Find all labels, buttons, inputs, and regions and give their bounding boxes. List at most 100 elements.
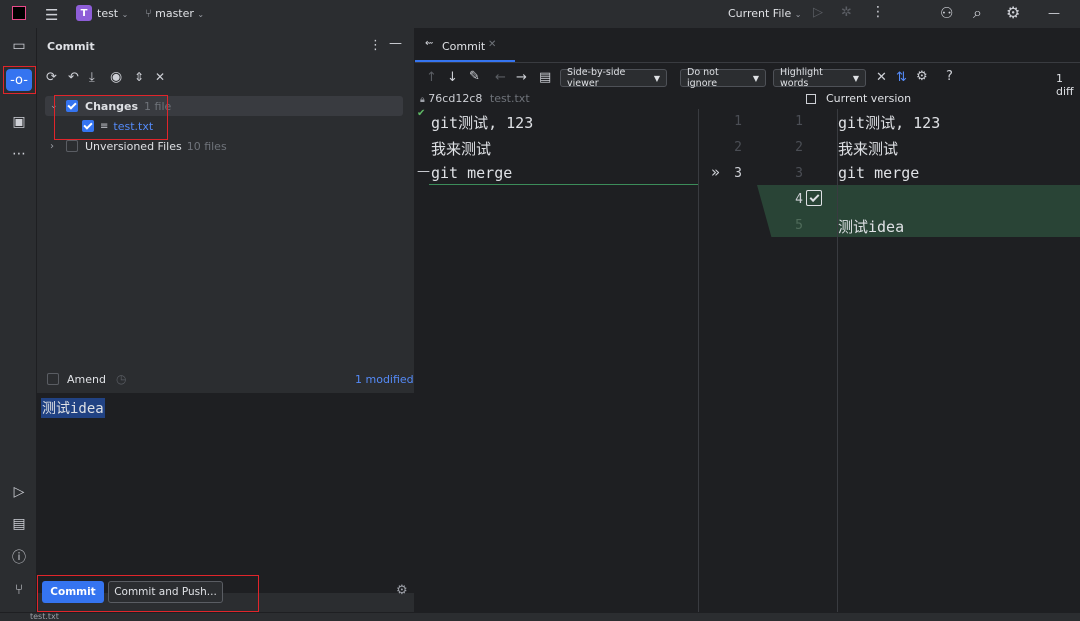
tab-label: Commit	[442, 40, 486, 53]
amend-checkbox[interactable]	[47, 373, 59, 385]
sync-scroll-icon[interactable]: ⇅	[896, 70, 907, 85]
git-icon[interactable]: ⑂	[10, 581, 28, 599]
app-logo-icon[interactable]	[12, 6, 26, 20]
right-line-text: 我来测试	[838, 140, 899, 158]
viewer-mode-label: Side-by-side viewer	[567, 67, 626, 89]
whitespace-label: Do not ignore	[687, 67, 719, 89]
left-line-number: 3	[734, 166, 742, 181]
expand-all-icon[interactable]: ⇕	[134, 70, 144, 84]
commit-buttons-highlight	[37, 575, 259, 612]
checkbox-icon[interactable]	[806, 93, 816, 104]
left-revision: 76cd12c8	[428, 92, 483, 105]
checkmark-icon: ✔	[417, 108, 426, 119]
highlight-dropdown[interactable]: Highlight words ▼	[773, 67, 866, 89]
checkmark-icon	[809, 191, 819, 202]
amend-row: Amend ◷	[47, 369, 126, 389]
unversioned-label: Unversioned Files	[85, 139, 182, 153]
shelve-icon[interactable]: ⤓	[89, 70, 95, 85]
view-options-icon[interactable]: ◉	[110, 69, 122, 85]
chevron-down-icon: ⌄	[121, 10, 129, 19]
panel-options-icon[interactable]: ⋮	[369, 38, 382, 53]
tab-commit[interactable]: ⇜ Commit ✕	[415, 28, 515, 62]
dropdown-arrow-icon: ▼	[852, 73, 859, 83]
highlight-label: Highlight words	[780, 67, 823, 89]
title-bar: ☰ T test ⌄ ⑂ master ⌄ Current File ⌄ ▷ ✲…	[0, 0, 1080, 29]
right-line-text: git测试, 123	[838, 114, 941, 132]
changes-highlight	[54, 95, 168, 140]
settings-icon[interactable]: ⚙	[1006, 3, 1020, 22]
left-editor[interactable]: ✔ git测试, 123 我来测试 — git merge	[415, 108, 698, 620]
unversioned-count: 10 files	[186, 139, 227, 153]
gutter-left-border	[698, 109, 699, 620]
branch-name: master	[155, 7, 194, 20]
add-user-icon[interactable]: ⚇	[940, 4, 953, 22]
apply-change-icon[interactable]: »	[711, 163, 720, 181]
structure-icon[interactable]: ▣	[10, 113, 28, 131]
left-change-divider	[429, 184, 698, 185]
run-icon[interactable]: ▷	[813, 5, 823, 20]
left-line-text: 我来测试	[431, 140, 492, 158]
hide-panel-icon[interactable]: —	[389, 36, 402, 51]
left-tool-strip: ▭ -o- ▣ ⋯ ▷ ▤ ⓘ ⑂	[0, 28, 37, 620]
more-actions-icon[interactable]: ⋮	[871, 4, 885, 20]
right-line-text: 测试idea	[838, 218, 905, 236]
include-change-checkbox[interactable]	[806, 190, 822, 206]
next-difference-icon[interactable]: ↓	[447, 70, 458, 85]
right-line-number: 2	[795, 140, 803, 155]
branch-icon: ⑂	[145, 7, 152, 20]
unversioned-group-row[interactable]: › Unversioned Files 10 files	[50, 136, 227, 156]
file-list-icon[interactable]: ▤	[539, 70, 551, 85]
right-line-number: 5	[795, 218, 803, 233]
lock-icon: 🔒︎	[420, 95, 425, 105]
right-line-number: 4	[795, 192, 803, 207]
amend-label[interactable]: Amend	[67, 373, 106, 386]
commit-panel: Commit ⋮ — ⟳ ↶ ⤓ ◉ ⇕ ✕ ⌄ Changes 1 file …	[37, 28, 414, 620]
more-tools-icon[interactable]: ⋯	[10, 145, 28, 163]
search-icon[interactable]: ⌕	[973, 3, 982, 23]
chevron-down-icon: ⌄	[197, 10, 205, 19]
run-config-label: Current File	[728, 7, 792, 20]
left-line-number: 1	[734, 114, 742, 129]
viewer-mode-dropdown[interactable]: Side-by-side viewer ▼	[560, 67, 667, 89]
left-line-number: 2	[734, 140, 742, 155]
project-folder-icon[interactable]: ▭	[10, 37, 28, 55]
rollback-icon[interactable]: ↶	[68, 70, 79, 85]
refresh-icon[interactable]: ⟳	[46, 70, 57, 85]
commit-message-area[interactable]: 测试idea	[37, 393, 414, 593]
next-file-icon[interactable]: →	[516, 70, 527, 85]
project-name: test	[97, 7, 119, 20]
right-editor[interactable]: git测试, 123 我来测试 git merge 测试idea	[838, 109, 1080, 620]
commit-panel-title: Commit	[47, 40, 95, 53]
tab-bar-divider	[415, 62, 1080, 63]
previous-difference-icon[interactable]: ↑	[426, 70, 437, 85]
right-line-text: git merge	[838, 164, 920, 182]
previous-file-icon[interactable]: ←	[495, 70, 506, 85]
services-icon[interactable]: ▷	[10, 483, 28, 501]
main-menu-icon[interactable]: ☰	[45, 6, 58, 24]
edit-source-icon[interactable]: ✎	[469, 69, 480, 84]
commit-options-icon[interactable]: ⚙	[396, 583, 408, 598]
diff-settings-icon[interactable]: ⚙	[916, 69, 928, 84]
collapse-all-icon[interactable]: ✕	[155, 70, 165, 84]
right-line-number: 3	[795, 166, 803, 181]
chevron-down-icon: ⌄	[794, 10, 802, 19]
close-tab-icon[interactable]: ✕	[488, 39, 496, 50]
dropdown-arrow-icon: ▼	[653, 73, 660, 83]
branch-selector[interactable]: ⑂ master ⌄	[145, 7, 204, 20]
history-icon[interactable]: ◷	[116, 372, 126, 386]
debug-icon[interactable]: ✲	[841, 5, 852, 20]
unversioned-checkbox[interactable]	[66, 140, 78, 152]
left-line-text: git merge	[431, 164, 513, 182]
project-selector[interactable]: test ⌄	[97, 7, 128, 20]
collapse-unchanged-icon[interactable]: ✕	[876, 70, 887, 85]
whitespace-dropdown[interactable]: Do not ignore ▼	[680, 67, 766, 89]
help-icon[interactable]: ?	[946, 69, 953, 84]
problems-icon[interactable]: ⓘ	[10, 548, 28, 566]
terminal-icon[interactable]: ▤	[10, 515, 28, 533]
modified-status[interactable]: 1 modified	[355, 373, 414, 386]
diff-count: 1 diff	[1056, 72, 1074, 98]
run-config-selector[interactable]: Current File ⌄	[728, 7, 801, 20]
minimize-icon[interactable]: —	[1048, 6, 1060, 20]
diff-icon: ⇜	[425, 38, 434, 49]
project-badge: T	[76, 5, 92, 21]
